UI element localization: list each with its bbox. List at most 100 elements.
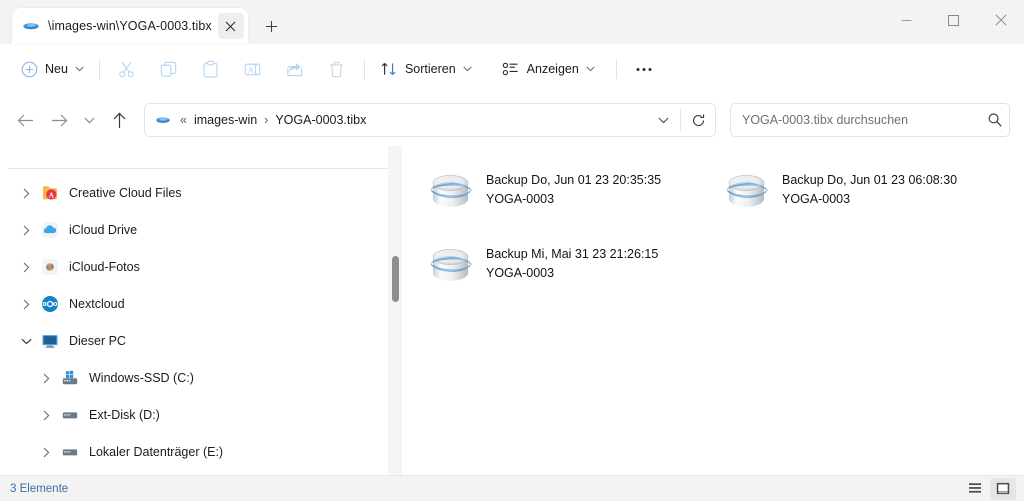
chevron-down-icon: [657, 117, 669, 123]
chevron-down-icon[interactable]: [14, 338, 38, 345]
arrow-left-icon: [17, 114, 33, 126]
view-button[interactable]: Anzeigen: [493, 52, 604, 86]
status-bar: 3 Elemente: [0, 475, 1024, 501]
windows-drive-icon: [60, 368, 80, 388]
share-icon: [287, 62, 303, 76]
navigation-bar: « images-win › YOGA-0003.tibx YOGA-0003.…: [0, 94, 1024, 146]
sidebar-item-creative-cloud-files[interactable]: A Creative Cloud Files: [8, 175, 397, 211]
maximize-button[interactable]: [930, 0, 977, 40]
chevron-right-icon[interactable]: [14, 262, 38, 273]
item-count-label: 3 Elemente: [10, 482, 69, 495]
up-button[interactable]: [102, 103, 136, 137]
breadcrumb-item-1[interactable]: YOGA-0003.tibx: [270, 110, 371, 130]
arrow-up-icon: [113, 112, 125, 128]
backup-archive-icon: [155, 112, 171, 128]
minimize-button[interactable]: [883, 0, 930, 40]
explorer-body: A Creative Cloud Files iCloud Drive iClo…: [0, 146, 1024, 475]
sidebar-item-windows-ssd-c[interactable]: Windows-SSD (C:): [8, 360, 397, 396]
file-label: Backup Mi, Mai 31 23 21:26:15 YOGA-0003: [486, 246, 658, 282]
icloud-photos-icon: [40, 257, 60, 277]
window-controls: [883, 0, 1024, 40]
chevron-right-icon[interactable]: [34, 447, 58, 458]
window-close-button[interactable]: [977, 0, 1024, 40]
sidebar-tree: A Creative Cloud Files iCloud Drive iClo…: [0, 169, 405, 470]
command-bar: Neu A Sortieren Anzeigen: [0, 44, 1024, 94]
cut-button[interactable]: [106, 52, 148, 86]
rename-button[interactable]: A: [232, 52, 274, 86]
file-name-line-1: Backup Do, Jun 01 23 20:35:35: [486, 173, 662, 187]
file-list: Backup Do, Jun 01 23 20:35:35 YOGA-0003: [405, 146, 1024, 475]
address-dropdown-button[interactable]: [648, 105, 678, 135]
ellipsis-icon: [636, 67, 652, 71]
sidebar-item-lokaler-datentraeger-e[interactable]: Lokaler Datenträger (E:): [8, 434, 397, 470]
sidebar-scrollbar-thumb[interactable]: [392, 256, 399, 302]
chevron-right-icon[interactable]: [14, 299, 38, 310]
file-item[interactable]: Backup Do, Jun 01 23 06:08:30 YOGA-0003: [713, 156, 1005, 224]
sidebar-item-dieser-pc[interactable]: Dieser PC: [8, 323, 397, 359]
backup-archive-icon: [22, 17, 40, 35]
arrow-right-icon: [51, 114, 67, 126]
sidebar-item-label: iCloud-Fotos: [69, 260, 140, 274]
this-pc-icon: [40, 331, 60, 351]
delete-button[interactable]: [316, 52, 358, 86]
sort-button[interactable]: Sortieren: [371, 52, 481, 86]
chevron-right-icon[interactable]: [14, 225, 38, 236]
copy-icon: [161, 61, 177, 77]
explorer-window: \images-win\YOGA-0003.tibx Neu A Sortier…: [0, 0, 1024, 501]
scissors-icon: [119, 61, 135, 77]
paste-icon: [203, 60, 218, 77]
sidebar-item-label: iCloud Drive: [69, 223, 138, 237]
new-button[interactable]: Neu: [12, 52, 93, 86]
address-divider: [680, 109, 681, 131]
breadcrumb-separator[interactable]: ›: [262, 110, 270, 130]
details-view-button[interactable]: [962, 478, 988, 500]
search-icon[interactable]: [987, 112, 1003, 128]
close-icon[interactable]: [217, 13, 244, 39]
breadcrumb-item-0[interactable]: images-win: [189, 110, 262, 130]
breadcrumb-overflow[interactable]: «: [178, 110, 189, 130]
icloud-drive-icon: [40, 220, 60, 240]
refresh-button[interactable]: [683, 105, 713, 135]
search-input[interactable]: YOGA-0003.tibx durchsuchen: [742, 113, 987, 127]
sidebar-item-icloud-drive[interactable]: iCloud Drive: [8, 212, 397, 248]
sidebar-item-icloud-fotos[interactable]: iCloud-Fotos: [8, 249, 397, 285]
drive-icon: [60, 405, 80, 425]
sidebar-scrollbar[interactable]: [388, 146, 402, 475]
sidebar-item-label: Creative Cloud Files: [69, 186, 182, 200]
tab-active[interactable]: \images-win\YOGA-0003.tibx: [12, 8, 248, 44]
drive-icon: [60, 442, 80, 462]
nextcloud-icon: [40, 294, 60, 314]
plus-circle-icon: [21, 61, 38, 77]
share-button[interactable]: [274, 52, 316, 86]
search-box[interactable]: YOGA-0003.tibx durchsuchen: [730, 103, 1010, 137]
large-icons-view-button[interactable]: [990, 477, 1016, 500]
sort-button-label: Sortieren: [404, 62, 456, 76]
plus-icon: [266, 20, 278, 32]
toolbar-separator-3: [615, 59, 617, 79]
file-item[interactable]: Backup Mi, Mai 31 23 21:26:15 YOGA-0003: [417, 230, 709, 298]
chevron-right-icon[interactable]: [34, 410, 58, 421]
refresh-icon: [692, 113, 704, 126]
forward-button[interactable]: [42, 103, 76, 137]
new-tab-button[interactable]: [256, 10, 288, 42]
chevron-right-icon[interactable]: [14, 188, 38, 199]
chevron-down-icon: [75, 66, 84, 72]
file-item[interactable]: Backup Do, Jun 01 23 20:35:35 YOGA-0003: [417, 156, 709, 224]
more-options-button[interactable]: [623, 52, 665, 86]
back-button[interactable]: [8, 103, 42, 137]
recent-locations-button[interactable]: [76, 103, 102, 137]
sidebar-item-ext-disk-d[interactable]: Ext-Disk (D:): [8, 397, 397, 433]
paste-button[interactable]: [190, 52, 232, 86]
sidebar-item-nextcloud[interactable]: Nextcloud: [8, 286, 397, 322]
minimize-icon: [901, 19, 912, 21]
close-icon: [994, 14, 1007, 26]
list-lines-icon: [969, 483, 981, 493]
sidebar-item-label: Nextcloud: [69, 297, 125, 311]
file-label: Backup Do, Jun 01 23 06:08:30 YOGA-0003: [782, 172, 957, 208]
backup-disk-icon: [721, 164, 773, 216]
copy-button[interactable]: [148, 52, 190, 86]
address-bar[interactable]: « images-win › YOGA-0003.tibx: [144, 103, 716, 137]
view-list-icon: [502, 62, 518, 76]
chevron-right-icon[interactable]: [34, 373, 58, 384]
file-name-line-2: YOGA-0003: [486, 192, 555, 206]
